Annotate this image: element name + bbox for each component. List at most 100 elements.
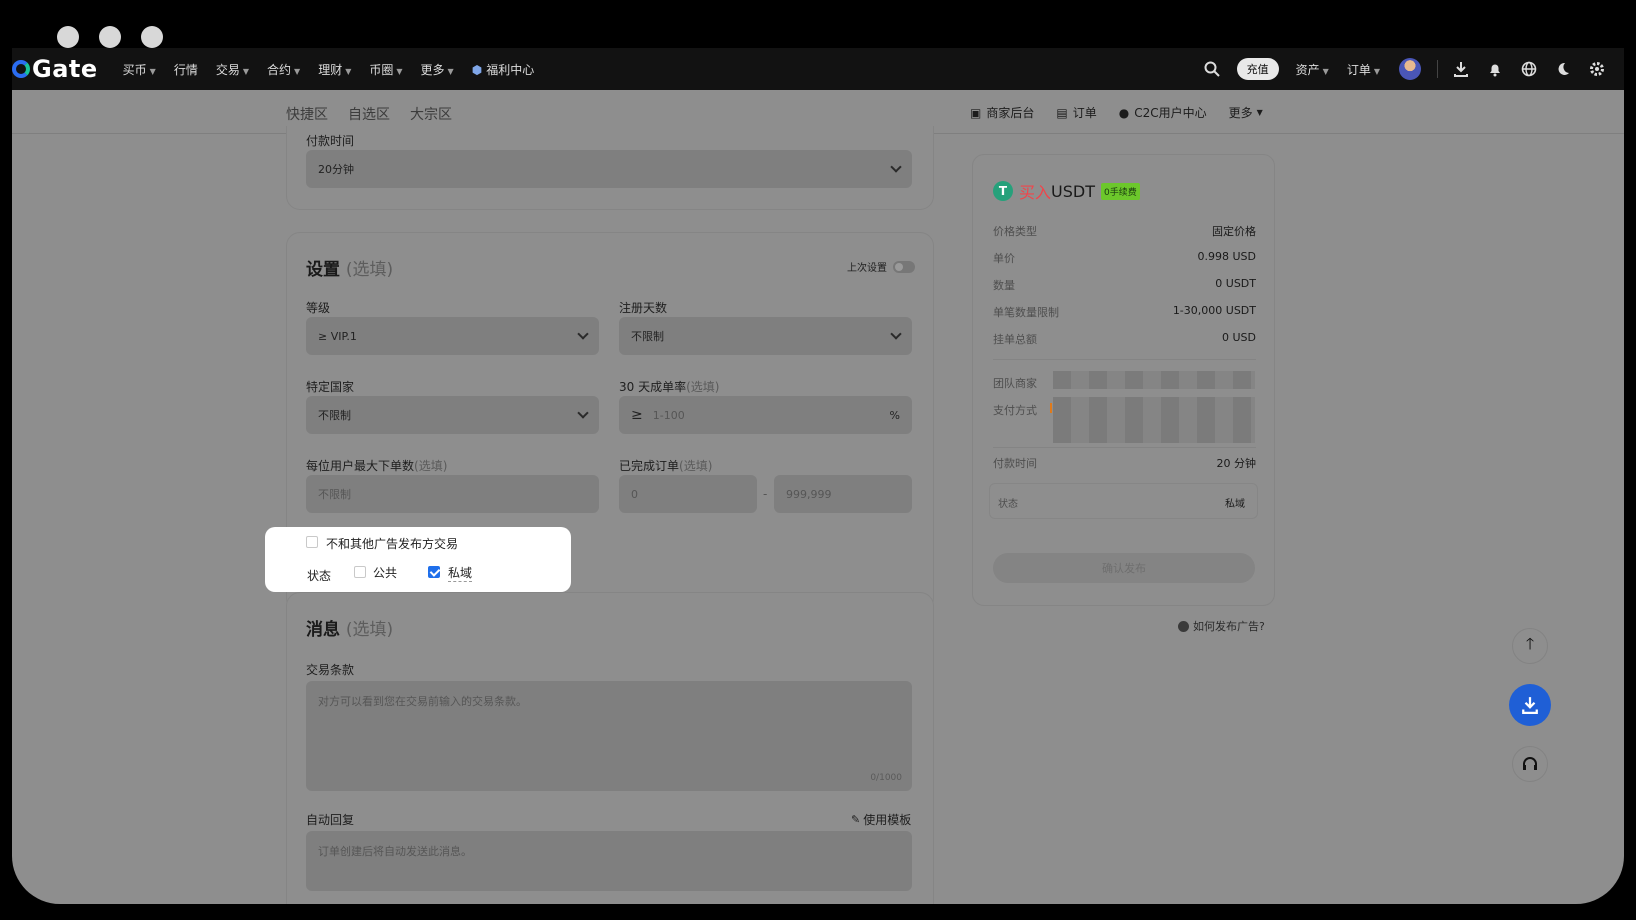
how-to-publish-link[interactable]: 如何发布广告? [1178,618,1265,634]
deposit-button[interactable]: 充值 [1236,58,1279,80]
summary-row: 单笔数量限制 1-30,000 USDT [993,304,1256,319]
max-orders-input[interactable]: 不限制 [306,475,599,513]
nav-community[interactable]: 币圈 ▼ [369,61,402,78]
chevron-down-icon [577,328,589,340]
public-checkbox[interactable] [354,566,366,578]
ad-summary-panel: T 买入 USDT 0手续费 价格类型 固定价格 单价 0.998 USD 数量 0 … [972,154,1275,606]
play-circle-icon [1178,620,1189,632]
merchant-backend-link[interactable]: ▣ 商家后台 [970,104,1034,121]
nav-orders[interactable]: 订单 ▼ [1347,61,1380,78]
confirm-publish-button[interactable]: 确认发布 [993,553,1255,583]
nav-futures[interactable]: 合约 ▼ [267,61,300,78]
nav-buy-crypto[interactable]: 买币 ▼ [123,61,156,78]
buy-action-label: 买入 [1019,183,1052,202]
caret-down-icon: ▼ [1322,66,1329,76]
pay-time-row: 付款时间 20 分钟 [993,457,1256,470]
logo-text: Gate [32,55,98,83]
terms-char-count: 0/1000 [870,773,902,783]
registration-days-label: 注册天数 [619,301,668,315]
auto-reply-label: 自动回复 [306,813,355,827]
asset-label: USDT [1051,181,1095,201]
window-close-dot[interactable] [57,26,79,48]
auto-reply-placeholder: 订单创建后将自动发送此消息。 [318,845,472,858]
registration-days-select[interactable]: 不限制 [619,317,912,355]
c2c-user-center-link[interactable]: ● C2C用户中心 [1119,104,1207,121]
customer-support-button[interactable] [1512,746,1548,782]
nav-markets[interactable]: 行情 [174,61,198,78]
redacted-merchant-info [1053,371,1255,389]
payment-time-select[interactable]: 20分钟 [306,150,912,188]
bell-icon[interactable] [1486,60,1504,78]
terms-textarea[interactable]: 对方可以看到您在交易前输入的交易条款。 0/1000 [306,681,912,791]
payment-time-value: 20分钟 [318,163,354,176]
caret-down-icon: ▼ [345,66,352,76]
max-orders-label: 每位用户最大下单数(选填) [306,459,448,473]
toggle-switch[interactable] [893,260,915,273]
caret-down-icon: ▼ [1256,108,1263,117]
level-label: 等级 [306,301,331,315]
tab-selected-zone[interactable]: 自选区 [348,104,390,124]
country-select[interactable]: 不限制 [306,396,599,434]
public-label: 公共 [373,566,398,580]
range-dash: - [763,487,768,501]
level-select[interactable]: ≥ VIP.1 [306,317,599,355]
status-label: 状态 [307,569,332,583]
completion-rate-label: 30 天成单率(选填) [619,380,720,394]
percent-unit: % [889,408,900,422]
private-checkbox[interactable] [428,566,440,578]
country-label: 特定国家 [306,380,355,394]
globe-icon[interactable] [1520,60,1538,78]
device-frame: Gate 买币 ▼ 行情 交易 ▼ 合约 ▼ 理财 ▼ 币圈 ▼ 更多 ▼ ⬢ 福利中心 充值… [0,0,1636,920]
tether-icon: T [993,181,1013,201]
completed-orders-max-input[interactable]: 999,999 [774,475,912,513]
orders-link[interactable]: ▤ 订单 [1056,104,1096,121]
status-box: 状态 私域 [989,483,1258,519]
completion-rate-input[interactable]: ≥ 1-100 % [619,396,912,434]
summary-row: 挂单总额 0 USD [993,331,1256,346]
more-dropdown[interactable]: 更多 ▼ [1229,104,1263,121]
gift-box-icon: ⬢ [471,62,483,77]
app-download-button[interactable] [1509,684,1551,726]
payment-card: 付款时间 20分钟 [286,126,934,210]
scroll-top-button[interactable]: 🡑 [1512,628,1548,664]
summary-row: 单价 0.998 USD [993,250,1256,265]
nav-earn[interactable]: 理财 ▼ [318,61,351,78]
tab-block-zone[interactable]: 大宗区 [410,104,452,124]
summary-header: T 买入 USDT 0手续费 [993,179,1140,203]
download-icon[interactable] [1452,60,1470,78]
user-avatar[interactable] [1399,58,1421,80]
chevron-down-icon [890,161,902,173]
nav-welfare-center[interactable]: ⬢ 福利中心 [472,61,535,78]
auto-reply-textarea[interactable]: 订单创建后将自动发送此消息。 [306,831,912,891]
payment-indicator [1050,403,1052,413]
caret-down-icon: ▼ [396,66,403,76]
window-zoom-dot[interactable] [141,26,163,48]
nav-assets[interactable]: 资产 ▼ [1296,61,1329,78]
use-template-button[interactable]: ✎ 使用模板 [851,811,911,828]
no-trade-other-checkbox[interactable] [306,536,318,548]
summary-row: 数量 0 USDT [993,277,1256,292]
caret-down-icon: ▼ [294,66,301,76]
divider [1437,60,1438,78]
status-row: 状态 私域 [998,499,1245,510]
gate-logo[interactable]: Gate [12,55,98,83]
divider [993,359,1256,360]
last-settings-toggle[interactable]: 上次设置 [847,259,915,274]
nav-more[interactable]: 更多 ▼ [421,61,454,78]
window-minimize-dot[interactable] [99,26,121,48]
nav-trade[interactable]: 交易 ▼ [216,61,249,78]
gate-logo-icon [12,60,30,78]
settings-gear-icon[interactable] [1588,60,1606,78]
dark-mode-moon-icon[interactable] [1554,60,1572,78]
completed-orders-min-input[interactable]: 0 [619,475,757,513]
search-icon[interactable] [1203,60,1221,78]
tab-quick-zone[interactable]: 快捷区 [286,104,328,124]
caret-down-icon: ▼ [1373,66,1380,76]
subnav-right: ▣ 商家后台 ▤ 订单 ● C2C用户中心 更多 ▼ [970,104,1285,121]
completed-max-placeholder: 999,999 [786,487,832,501]
highlighted-options: 不和其他广告发布方交易 状态 公共 私域 [265,527,571,592]
caret-down-icon: ▼ [242,66,250,76]
caret-down-icon: ▼ [447,66,454,76]
caret-down-icon: ▼ [149,66,156,76]
private-label[interactable]: 私域 [448,564,473,582]
